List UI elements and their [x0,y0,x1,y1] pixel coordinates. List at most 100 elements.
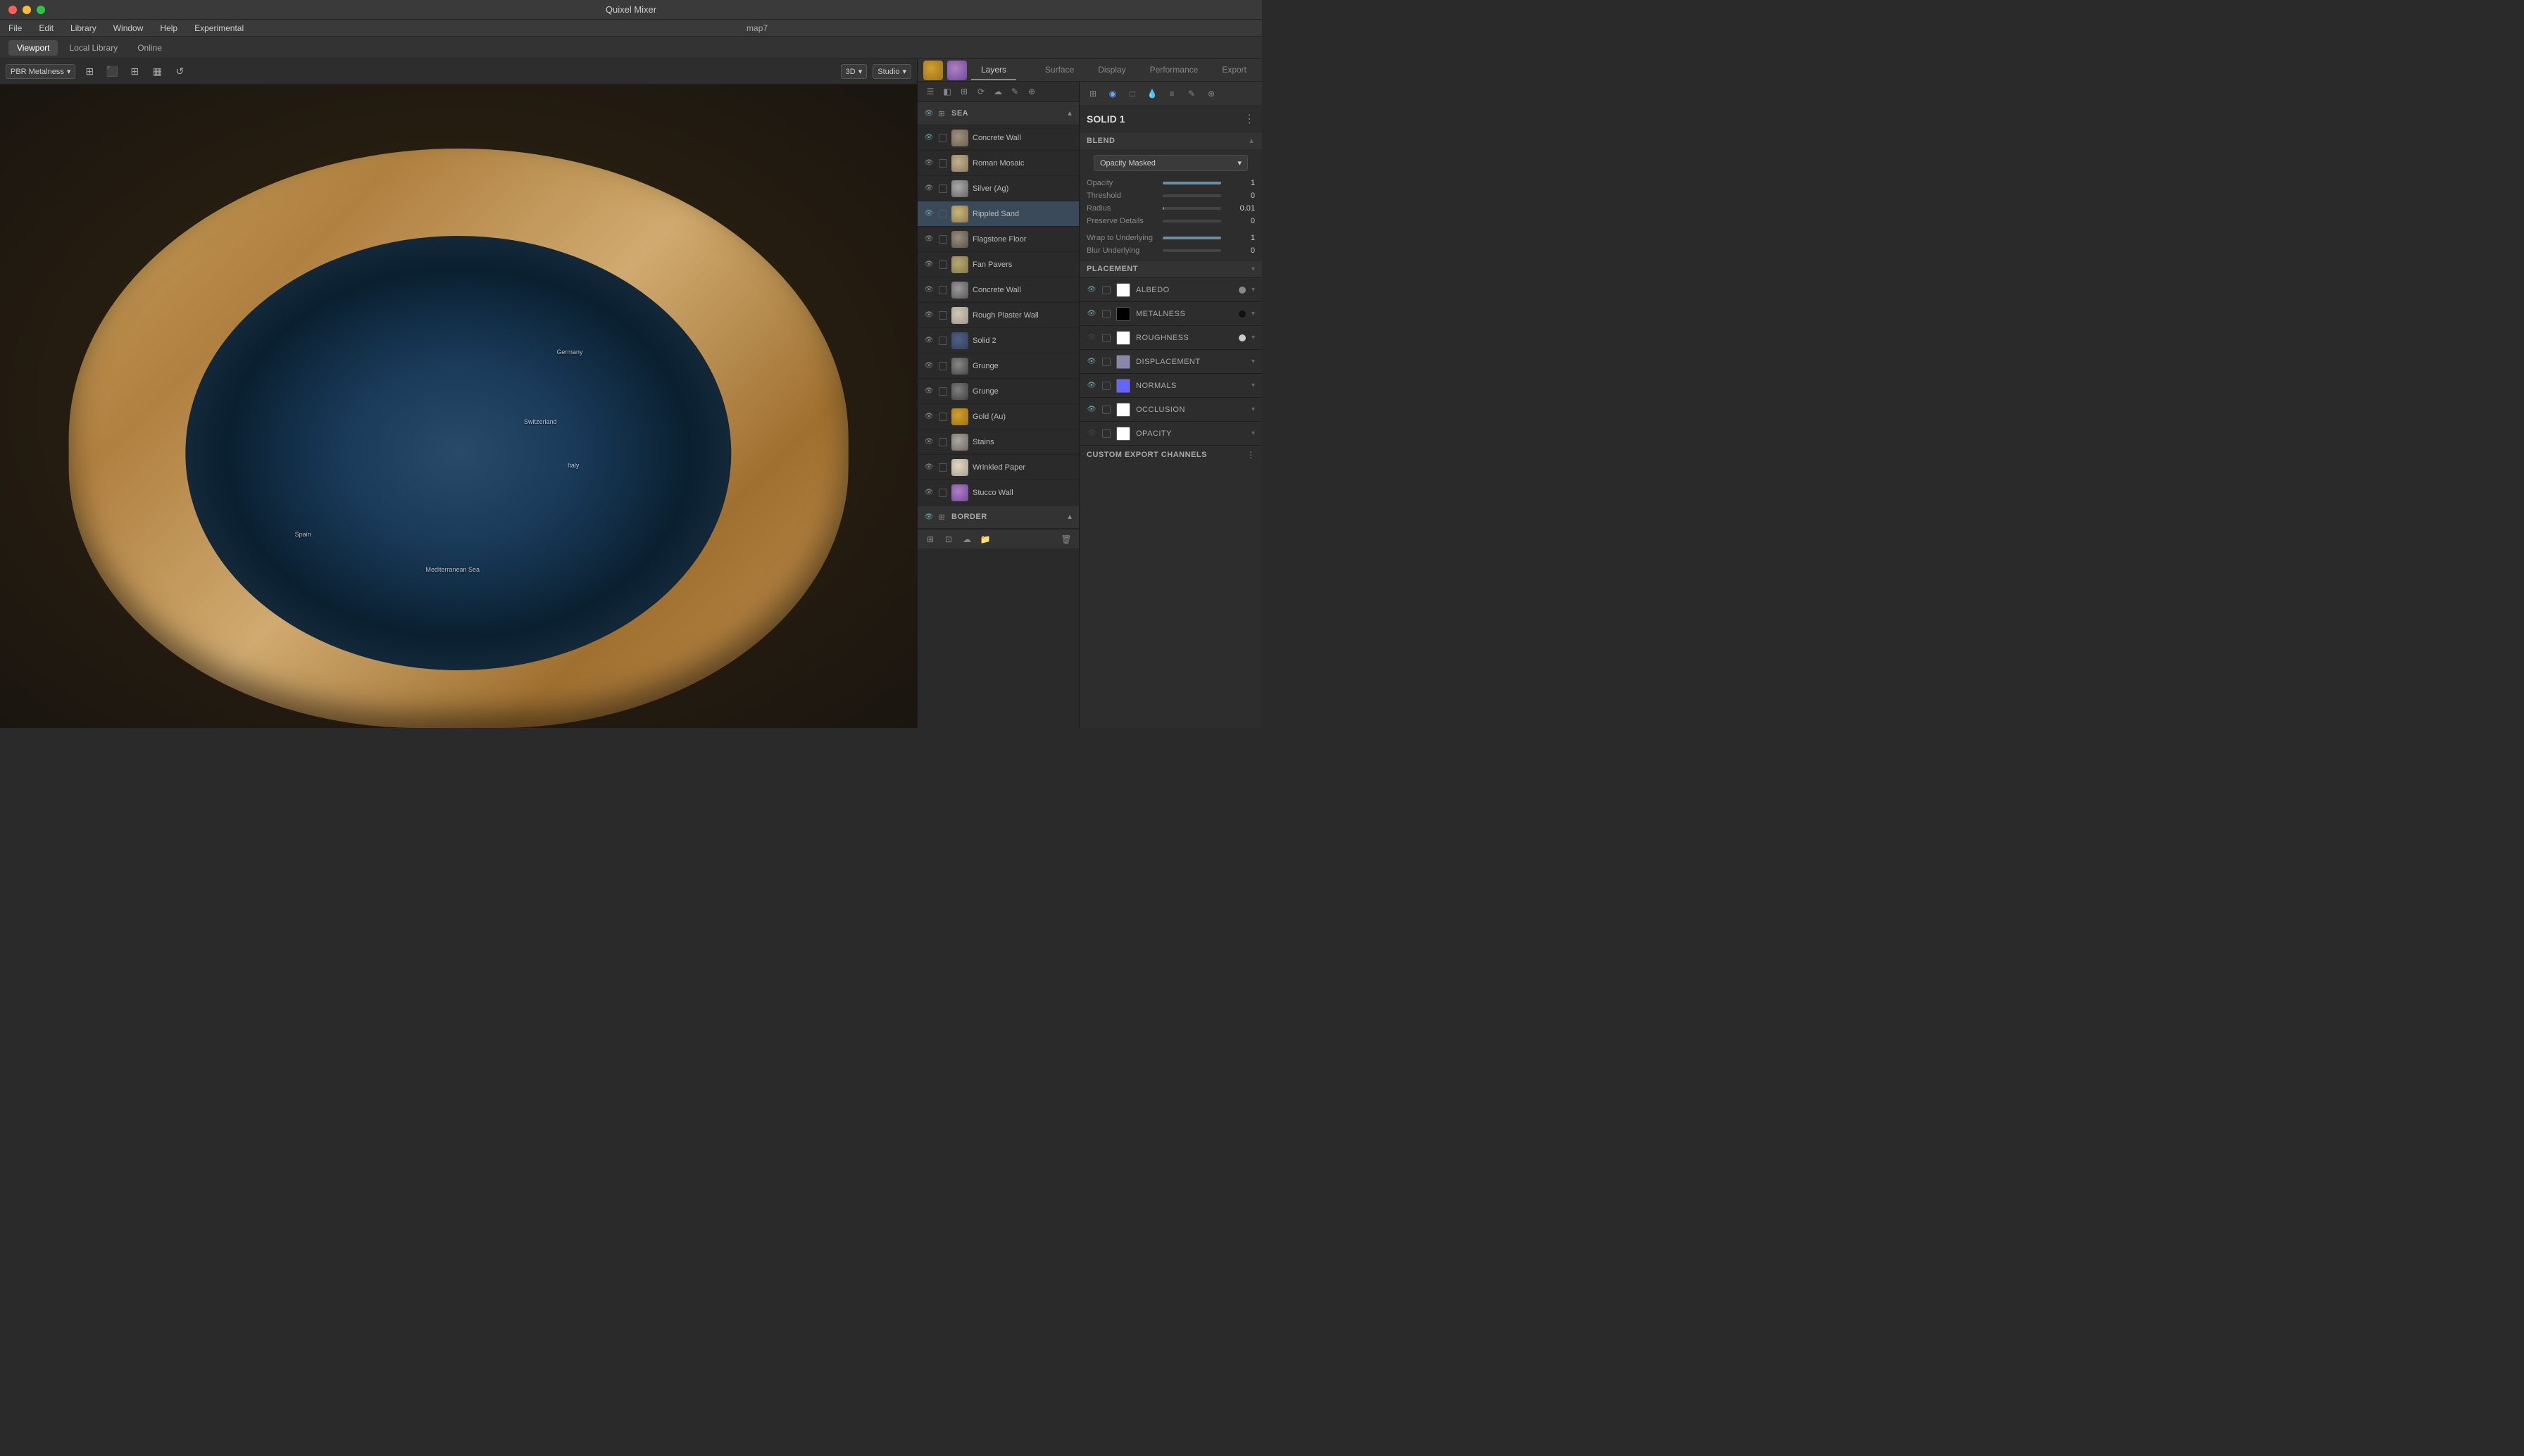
albedo-checkbox[interactable] [1102,286,1111,294]
layer-rippled-sand[interactable]: 👁 Rippled Sand [918,201,1079,227]
sea-vis-btn[interactable]: 👁 [923,108,935,119]
layer-vis-silver[interactable]: 👁 [923,183,935,194]
tab-layers[interactable]: Layers [971,61,1016,80]
viewport-content[interactable]: Spain Mediterranean Sea Italy Germany Sw… [0,84,917,728]
layer-check-flagstone[interactable] [939,235,947,244]
layer-gold[interactable]: 👁 Gold (Au) [918,404,1079,429]
layers-bottom-icon1[interactable]: ⊞ [923,532,937,546]
tab-online[interactable]: Online [129,40,170,56]
layer-vis-flagstone[interactable]: 👁 [923,234,935,245]
blend-section-header[interactable]: BLEND ▲ [1080,132,1262,149]
blur-slider[interactable] [1163,249,1221,252]
layer-check-stains[interactable] [939,438,947,446]
layer-concrete-wall-2[interactable]: 👁 Concrete Wall [918,277,1079,303]
layer-vis-grunge2[interactable]: 👁 [923,386,935,397]
layer-vis-gold[interactable]: 👁 [923,411,935,422]
roughness-chevron[interactable]: ▾ [1251,334,1255,341]
displacement-swatch[interactable] [1116,355,1130,369]
layer-icon7[interactable]: ⊕ [1025,84,1039,99]
roughness-swatch[interactable] [1116,331,1130,345]
roughness-checkbox[interactable] [1102,334,1111,342]
layers-bottom-icon3[interactable]: ☁ [960,532,974,546]
menu-library[interactable]: Library [68,22,99,34]
layer-check-grunge2[interactable] [939,387,947,396]
layers-bottom-icon4[interactable]: 📁 [978,532,992,546]
opacity-swatch[interactable] [1116,427,1130,441]
layer-check-solid2[interactable] [939,337,947,345]
layer-check-fan[interactable] [939,261,947,269]
occlusion-chevron[interactable]: ▾ [1251,406,1255,413]
prop-icon-drop[interactable]: 💧 [1144,86,1160,101]
tab-display[interactable]: Display [1088,61,1135,80]
layer-wrinkled[interactable]: 👁 Wrinkled Paper [918,455,1079,480]
opacity-slider[interactable] [1163,182,1221,184]
view-mode-dropdown[interactable]: 3D ▾ [841,64,868,79]
layer-vis-concrete1[interactable]: 👁 [923,132,935,144]
layer-rough-plaster[interactable]: 👁 Rough Plaster Wall [918,303,1079,328]
prop-icon-layers[interactable]: ⊞ [1085,86,1101,101]
layer-flagstone[interactable]: 👁 Flagstone Floor [918,227,1079,252]
transform-icon[interactable]: ⊞ [81,63,98,80]
layer-grunge1[interactable]: 👁 Grunge [918,353,1079,379]
normals-vis[interactable]: 👁 [1087,381,1097,391]
layer-vis-wrinkled[interactable]: 👁 [923,462,935,473]
layer-vis-concrete2[interactable]: 👁 [923,284,935,296]
preserve-slider[interactable] [1163,220,1221,222]
maximize-button[interactable] [37,6,45,14]
layer-check-rippled[interactable] [939,210,947,218]
layer-stains[interactable]: 👁 Stains [918,429,1079,455]
sea-group-header[interactable]: 👁 ⊞ SEA ▲ [918,102,1079,125]
tab-surface[interactable]: Surface [1035,61,1084,80]
menu-edit[interactable]: Edit [36,22,56,34]
layer-grunge2[interactable]: 👁 Grunge [918,379,1079,404]
sea-group-chevron[interactable]: ▲ [1066,110,1073,118]
placement-header[interactable]: PLACEMENT ▾ [1080,261,1262,277]
blend-mode-dropdown[interactable]: Opacity Masked ▾ [1094,155,1248,171]
metalness-swatch[interactable] [1116,307,1130,321]
menu-experimental[interactable]: Experimental [192,22,246,34]
opacity-vis[interactable]: 👁 [1087,429,1097,439]
displacement-chevron[interactable]: ▾ [1251,358,1255,365]
layer-check-stucco[interactable] [939,489,947,497]
layer-icon5[interactable]: ☁ [991,84,1005,99]
normals-swatch[interactable] [1116,379,1130,393]
occlusion-swatch[interactable] [1116,403,1130,417]
layer-icon3[interactable]: ⊞ [957,84,971,99]
metalness-checkbox[interactable] [1102,310,1111,318]
menu-file[interactable]: File [6,22,25,34]
opacity-checkbox[interactable] [1102,429,1111,438]
albedo-swatch[interactable] [1116,283,1130,297]
layer-icon4[interactable]: ⟳ [974,84,988,99]
layer-vis-stains[interactable]: 👁 [923,437,935,448]
albedo-chevron[interactable]: ▾ [1251,286,1255,294]
tab-local-library[interactable]: Local Library [61,40,126,56]
threshold-slider[interactable] [1163,194,1221,197]
layer-icon6[interactable]: ✎ [1008,84,1022,99]
displacement-checkbox[interactable] [1102,358,1111,366]
normals-chevron[interactable]: ▾ [1251,382,1255,389]
wrap-slider[interactable] [1163,237,1221,239]
layer-vis-solid2[interactable]: 👁 [923,335,935,346]
layer-roman-mosaic[interactable]: 👁 Roman Mosaic [918,151,1079,176]
menu-help[interactable]: Help [157,22,180,34]
prop-icon-square[interactable]: □ [1125,86,1140,101]
grid-small-icon[interactable]: ⊞ [126,63,143,80]
albedo-vis[interactable]: 👁 [1087,285,1097,295]
layer-icon2[interactable]: ◧ [940,84,954,99]
custom-export-dots[interactable]: ⋮ [1247,450,1255,460]
grid-large-icon[interactable]: ▦ [149,63,165,80]
tab-export[interactable]: Export [1212,61,1256,80]
layer-concrete-wall-1[interactable]: 👁 Concrete Wall [918,125,1079,151]
tab-viewport[interactable]: Viewport [8,40,58,56]
layer-check-roman[interactable] [939,159,947,168]
radius-slider[interactable] [1163,207,1221,210]
layers-bottom-trash[interactable]: 🗑 [1059,532,1073,546]
layer-vis-plaster[interactable]: 👁 [923,310,935,321]
metalness-chevron[interactable]: ▾ [1251,310,1255,318]
prop-icon-brush[interactable]: ✎ [1184,86,1199,101]
layer-icon1[interactable]: ☰ [923,84,937,99]
normals-checkbox[interactable] [1102,382,1111,390]
layer-fan-pavers[interactable]: 👁 Fan Pavers [918,252,1079,277]
roughness-vis[interactable]: 👁 [1087,333,1097,343]
metalness-vis[interactable]: 👁 [1087,309,1097,319]
